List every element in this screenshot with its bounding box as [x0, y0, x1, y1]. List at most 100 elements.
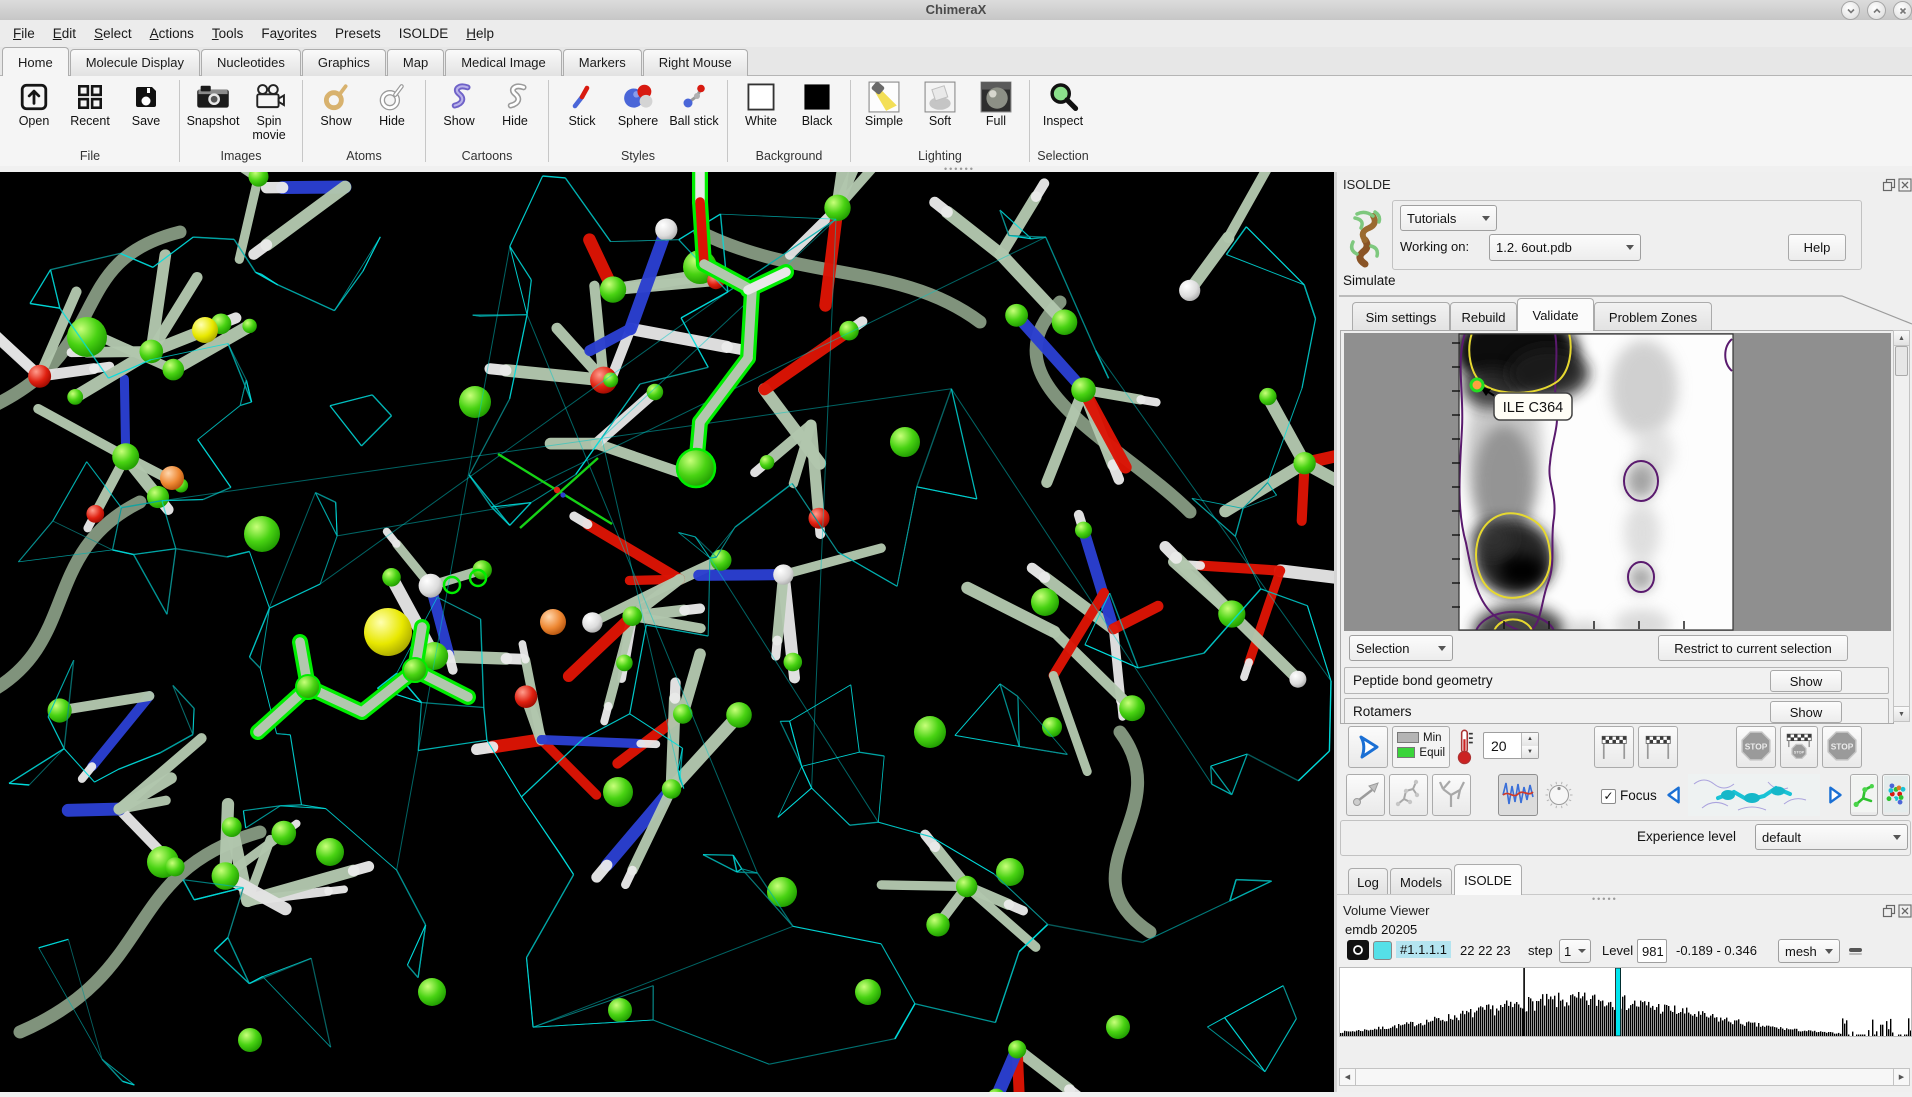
tug-atom-button[interactable]: [1346, 774, 1385, 816]
tab-validate[interactable]: Validate: [1517, 298, 1594, 331]
menu-file[interactable]: File: [4, 23, 44, 44]
styles-stick-button[interactable]: Stick: [556, 78, 608, 129]
ribbon-tab-graphics[interactable]: Graphics: [302, 49, 386, 76]
scroll-left-icon[interactable]: ◀: [1340, 1069, 1356, 1085]
background-white-button[interactable]: White: [735, 78, 787, 129]
step-down-icon[interactable]: ▼: [1522, 746, 1538, 759]
light-soft-icon: [924, 81, 956, 113]
step-up-icon[interactable]: ▲: [1522, 733, 1538, 746]
stop-keep-button[interactable]: STOP: [1736, 726, 1776, 768]
checkpoint-revert-button[interactable]: [1638, 726, 1678, 768]
smoothing-knob[interactable]: [1542, 778, 1576, 815]
selection-inspect-button[interactable]: Inspect: [1037, 78, 1089, 129]
ribbon-tab-markers[interactable]: Markers: [563, 49, 642, 76]
scroll-down-icon[interactable]: ▼: [1894, 706, 1909, 721]
menu-isolde[interactable]: ISOLDE: [390, 23, 458, 44]
styles-sphere-button[interactable]: Sphere: [612, 78, 664, 129]
level-label: Level: [1602, 943, 1633, 958]
window-close-icon[interactable]: [1893, 1, 1912, 20]
show-all-button[interactable]: [1882, 774, 1910, 816]
start-sim-button[interactable]: [1348, 726, 1388, 768]
ribbon-tab-nucleotides[interactable]: Nucleotides: [201, 49, 301, 76]
menu-select[interactable]: Select: [85, 23, 141, 44]
scroll-up-icon[interactable]: ▲: [1894, 331, 1909, 346]
lighting-full-button[interactable]: Full: [970, 78, 1022, 129]
tutorials-dropdown[interactable]: Tutorials: [1400, 205, 1497, 231]
viewport-3d[interactable]: [0, 172, 1334, 1092]
images-snapshot-button[interactable]: Snapshot: [187, 78, 239, 129]
scrollbar-thumb[interactable]: [1895, 346, 1908, 376]
display-eye-button[interactable]: [1347, 940, 1369, 960]
styles-ball-stick-button[interactable]: Ball stick: [668, 78, 720, 129]
panel-close-icon[interactable]: [1898, 904, 1912, 918]
horizontal-scrollbar[interactable]: ◀ ▶: [1339, 1068, 1910, 1086]
help-button[interactable]: Help: [1788, 234, 1846, 261]
cartoons-hide-button[interactable]: Hide: [489, 78, 541, 129]
tug-residue-button[interactable]: [1389, 774, 1428, 816]
ribbon-tab-map[interactable]: Map: [387, 49, 444, 76]
menu-help[interactable]: Help: [457, 23, 503, 44]
menu-presets[interactable]: Presets: [326, 23, 390, 44]
volume-color-swatch[interactable]: [1373, 941, 1392, 960]
checkpoint-save-button[interactable]: [1594, 726, 1634, 768]
ribbon-tab-medical-image[interactable]: Medical Image: [445, 49, 562, 76]
ribbon-tab-home[interactable]: Home: [2, 47, 69, 76]
cartoons-show-button[interactable]: Show: [433, 78, 485, 129]
background-black-button[interactable]: Black: [791, 78, 843, 129]
atoms-show-button[interactable]: Show: [310, 78, 362, 129]
working-on-dropdown[interactable]: 1.2. 6out.pdb: [1489, 234, 1641, 261]
tab-rebuild[interactable]: Rebuild: [1450, 302, 1517, 331]
experience-level-label: Experience level: [1637, 829, 1736, 844]
next-residue-button[interactable]: [1823, 780, 1847, 810]
images-spin-movie-button[interactable]: Spin movie: [243, 78, 295, 143]
level-histogram[interactable]: [1339, 967, 1912, 1037]
experience-level-dropdown[interactable]: default: [1755, 824, 1908, 850]
tab-problem-zones[interactable]: Problem Zones: [1594, 302, 1712, 331]
previous-residue-button[interactable]: [1662, 780, 1686, 810]
show-button[interactable]: Show: [1770, 701, 1842, 723]
tool-tab-isolde[interactable]: ISOLDE: [1454, 864, 1522, 895]
tug-selection-button[interactable]: [1432, 774, 1471, 816]
panel-float-icon[interactable]: [1882, 178, 1896, 192]
working-on-label: Working on:: [1400, 239, 1469, 254]
show-button[interactable]: Show: [1770, 670, 1842, 692]
lighting-simple-button[interactable]: Simple: [858, 78, 910, 129]
ribbon-tab-right-mouse[interactable]: Right Mouse: [643, 49, 748, 76]
restrict-selection-button[interactable]: Restrict to current selection: [1658, 635, 1848, 661]
window-maximize-icon[interactable]: [1867, 1, 1886, 20]
lighting-soft-button[interactable]: Soft: [914, 78, 966, 129]
rama-case-dropdown[interactable]: Selection: [1349, 635, 1453, 661]
menu-actions[interactable]: Actions: [141, 23, 203, 44]
volume-viewer-splitter[interactable]: •••••: [1592, 897, 1618, 901]
volume-model-name: emdb 20205: [1345, 922, 1417, 937]
file-recent-button[interactable]: Recent: [64, 78, 116, 129]
show-selection-button[interactable]: [1850, 774, 1878, 816]
file-save-button[interactable]: Save: [120, 78, 172, 129]
menu-favorites[interactable]: Favorites: [252, 23, 326, 44]
tab-sim-settings[interactable]: Sim settings: [1352, 302, 1450, 331]
atoms-hide-button[interactable]: Hide: [366, 78, 418, 129]
scroll-right-icon[interactable]: ▶: [1893, 1069, 1909, 1085]
menu-edit[interactable]: Edit: [44, 23, 85, 44]
menu-tools[interactable]: Tools: [203, 23, 253, 44]
window-minimize-icon[interactable]: [1841, 1, 1860, 20]
stop-discard-button[interactable]: STOP: [1822, 726, 1862, 768]
isolde-logo-icon: [1345, 202, 1387, 271]
collapse-row-icon[interactable]: [1847, 942, 1865, 961]
stop-revert-checkpoint-button[interactable]: STOP: [1780, 726, 1818, 768]
validate-scrollbar[interactable]: ▲ ▼: [1893, 330, 1910, 722]
tool-tab-log[interactable]: Log: [1348, 868, 1388, 895]
trajectory-smoothing-button[interactable]: [1498, 774, 1538, 816]
temperature-stepper[interactable]: 20 ▲▼: [1483, 732, 1539, 759]
focus-checkbox[interactable]: ✓: [1601, 789, 1616, 804]
panel-close-icon[interactable]: [1898, 178, 1912, 192]
style-dropdown[interactable]: mesh: [1778, 939, 1840, 963]
panel-float-icon[interactable]: [1882, 904, 1896, 918]
ribbon-tab-molecule-display[interactable]: Molecule Display: [70, 49, 200, 76]
ramachandran-plot[interactable]: ILE C364: [1344, 333, 1891, 631]
step-dropdown[interactable]: 1: [1559, 939, 1591, 963]
level-input[interactable]: 981: [1637, 939, 1667, 963]
file-open-button[interactable]: Open: [8, 78, 60, 129]
volume-model-id[interactable]: #1.1.1.1: [1396, 941, 1451, 958]
tool-tab-models[interactable]: Models: [1390, 868, 1452, 895]
